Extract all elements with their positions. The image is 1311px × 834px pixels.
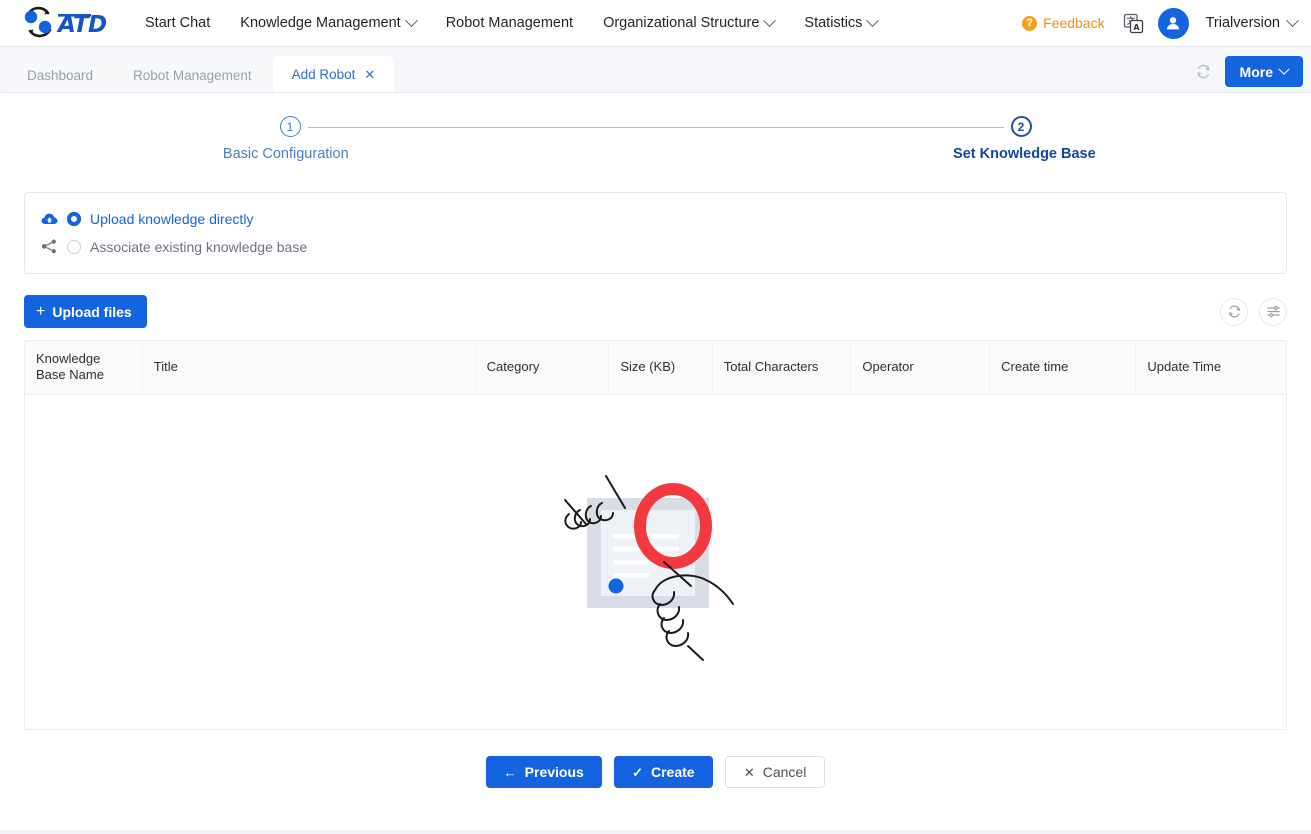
top-navigation-bar: A T D Start Chat Knowledge Management Ro… — [0, 0, 1311, 47]
tab-label: Dashboard — [27, 68, 94, 83]
nav-item-start-chat[interactable]: Start Chat — [130, 0, 225, 46]
chevron-down-icon — [1278, 63, 1290, 75]
check-icon: ✓ — [632, 764, 643, 780]
table-toolbar: + Upload files — [24, 295, 1287, 328]
radio-option-upload-directly[interactable]: Upload knowledge directly — [41, 206, 1270, 231]
tab-close-icon[interactable]: ✕ — [364, 68, 375, 81]
arrow-left-icon: ← — [503, 764, 517, 780]
previous-label: Previous — [524, 764, 584, 780]
previous-button[interactable]: ← Previous — [485, 756, 602, 788]
step-number: 1 — [286, 119, 294, 134]
plus-icon: + — [36, 302, 46, 320]
step-number: 2 — [1017, 119, 1025, 134]
create-label: Create — [650, 764, 695, 780]
question-circle-icon: ? — [1022, 15, 1038, 31]
nav-item-statistics[interactable]: Statistics — [789, 0, 892, 46]
nav-label: Robot Management — [445, 15, 574, 31]
tab-bar: Dashboard Robot Management Add Robot ✕ M… — [0, 47, 1311, 93]
share-nodes-icon — [41, 239, 58, 254]
app-logo[interactable]: A T D — [0, 6, 130, 40]
column-header-size[interactable]: Size (KB) — [608, 341, 713, 395]
tab-robot-management[interactable]: Robot Management — [114, 59, 271, 92]
step-1-label[interactable]: Basic Configuration — [223, 146, 349, 162]
sliders-icon — [1266, 305, 1280, 318]
tab-bar-actions: More — [1195, 56, 1311, 92]
close-icon: ✕ — [743, 764, 755, 780]
nav-item-robot-management[interactable]: Robot Management — [431, 0, 588, 46]
column-header-knowledge-base-name[interactable]: Knowledge Base Name — [25, 341, 143, 395]
nav-item-knowledge-management[interactable]: Knowledge Management — [225, 0, 430, 46]
radio-option-associate-existing[interactable]: Associate existing knowledge base — [41, 234, 1270, 259]
table-empty-state — [25, 395, 1286, 730]
tab-label: Robot Management — [133, 68, 252, 83]
chevron-down-icon — [1286, 13, 1299, 27]
cancel-button[interactable]: ✕ Cancel — [724, 756, 826, 788]
more-button[interactable]: More — [1224, 56, 1303, 87]
user-icon — [1166, 17, 1180, 30]
main-content: 1 2 Basic Configuration Set Knowledge Ba… — [0, 93, 1311, 830]
column-header-create-time[interactable]: Create time — [989, 341, 1137, 395]
column-header-title[interactable]: Title — [142, 341, 476, 395]
more-label: More — [1239, 63, 1273, 80]
feedback-link[interactable]: ? Feedback — [1022, 15, 1105, 31]
radio-indicator[interactable] — [67, 211, 81, 226]
radio-label: Upload knowledge directly — [90, 210, 254, 227]
radio-indicator[interactable] — [67, 239, 81, 254]
knowledge-base-table: Knowledge Base Name Title Category Size … — [24, 340, 1287, 730]
column-header-operator[interactable]: Operator — [850, 341, 991, 395]
refresh-icon[interactable] — [1195, 63, 1212, 80]
step-2-label[interactable]: Set Knowledge Base — [953, 146, 1096, 162]
top-right-actions: ? Feedback A Trialversion — [1022, 7, 1311, 39]
nav-item-organizational-structure[interactable]: Organizational Structure — [588, 0, 789, 46]
nav-label: Organizational Structure — [603, 15, 760, 31]
step-2-circle[interactable]: 2 — [1010, 116, 1032, 137]
chevron-down-icon — [404, 13, 418, 27]
column-header-total-characters[interactable]: Total Characters — [712, 341, 852, 395]
user-name: Trialversion — [1205, 15, 1280, 31]
wizard-footer: ← Previous ✓ Create ✕ Cancel — [24, 756, 1287, 788]
magnifier-document-illustration — [563, 474, 734, 661]
chevron-down-icon — [866, 13, 880, 27]
feedback-label: Feedback — [1043, 15, 1105, 31]
nav-label: Knowledge Management — [240, 15, 401, 31]
tab-dashboard[interactable]: Dashboard — [8, 59, 113, 92]
svg-text:A: A — [1133, 23, 1140, 32]
nav-label: Start Chat — [145, 15, 211, 31]
upload-files-button[interactable]: + Upload files — [24, 295, 147, 328]
main-nav: Start Chat Knowledge Management Robot Ma… — [130, 0, 892, 46]
column-header-category[interactable]: Category — [475, 341, 610, 395]
user-menu[interactable]: Trialversion — [1157, 7, 1299, 39]
table-toolbar-actions — [1220, 297, 1287, 326]
tab-label: Add Robot — [291, 66, 356, 82]
wizard-stepper: 1 2 Basic Configuration Set Knowledge Ba… — [24, 93, 1287, 162]
table-settings-button[interactable] — [1259, 297, 1287, 326]
table-header-row: Knowledge Base Name Title Category Size … — [25, 341, 1286, 395]
upload-files-label: Upload files — [52, 303, 132, 320]
nav-label: Statistics — [804, 15, 863, 31]
radio-label: Associate existing knowledge base — [90, 238, 308, 255]
column-header-update-time[interactable]: Update Time — [1135, 341, 1286, 395]
cancel-label: Cancel — [762, 764, 807, 780]
tab-add-robot[interactable]: Add Robot ✕ — [272, 56, 395, 92]
aid-logo-icon: A T D — [24, 6, 107, 38]
refresh-icon — [1228, 305, 1240, 318]
chevron-down-icon — [763, 13, 777, 27]
translate-icon[interactable]: A — [1123, 13, 1144, 34]
avatar — [1157, 7, 1189, 39]
cloud-upload-icon — [41, 212, 58, 226]
create-button[interactable]: ✓ Create — [613, 756, 713, 788]
stepper-connector-line — [307, 126, 1004, 128]
step-1-circle[interactable]: 1 — [279, 116, 301, 137]
knowledge-source-panel: Upload knowledge directly Associate exis… — [24, 192, 1287, 274]
table-refresh-button[interactable] — [1220, 297, 1248, 326]
